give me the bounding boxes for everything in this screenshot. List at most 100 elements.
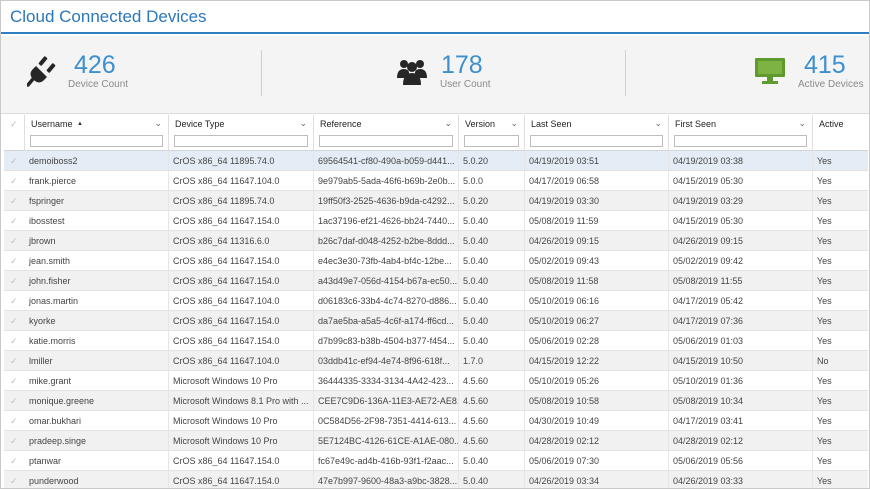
- table-row[interactable]: ✓ jean.smith CrOS x86_64 11647.154.0 e4ec3e…: [4, 251, 868, 271]
- cell-last-seen: 05/02/2019 09:43: [525, 251, 669, 271]
- column-header-reference[interactable]: Reference ⌄: [314, 115, 459, 151]
- cell-reference: 36444335-3334-3134-4A42-423...: [314, 371, 459, 391]
- table-row[interactable]: ✓ punderwood CrOS x86_64 11647.154.0 47e7b9…: [4, 471, 868, 488]
- cell-version: 5.0.40: [459, 231, 525, 251]
- cell-first-seen: 04/17/2019 07:36: [669, 311, 813, 331]
- table-row[interactable]: ✓ omar.bukhari Microsoft Windows 10 Pro 0C5…: [4, 411, 868, 431]
- chevron-down-icon[interactable]: ⌄: [798, 118, 806, 129]
- cell-last-seen: 04/26/2019 09:15: [525, 231, 669, 251]
- table-row[interactable]: ✓ demoiboss2 CrOS x86_64 11895.74.0 6956454…: [4, 151, 868, 171]
- chevron-down-icon[interactable]: ⌄: [510, 118, 518, 129]
- table-row[interactable]: ✓ fspringer CrOS x86_64 11895.74.0 19ff50f3…: [4, 191, 868, 211]
- cell-active: Yes: [817, 216, 832, 226]
- cell-username: monique.greene: [25, 391, 169, 411]
- cell-reference: 69564541-cf80-490a-b059-d441...: [314, 151, 459, 171]
- cell-username: ibosstest: [25, 211, 169, 231]
- row-check-icon[interactable]: ✓: [10, 251, 18, 271]
- cell-device-type: Microsoft Windows 10 Pro: [169, 431, 314, 451]
- stat-divider: [625, 50, 626, 96]
- title-bar: Cloud Connected Devices: [1, 1, 869, 34]
- active-devices-label: Active Devices: [798, 79, 864, 90]
- row-check-icon[interactable]: ✓: [10, 151, 18, 171]
- chevron-down-icon[interactable]: ⌄: [654, 118, 662, 129]
- table-row[interactable]: ✓ jonas.martin CrOS x86_64 11647.104.0 d061…: [4, 291, 868, 311]
- cell-active: Yes: [817, 196, 832, 206]
- column-header-active[interactable]: Active: [813, 115, 868, 151]
- row-check-icon[interactable]: ✓: [10, 171, 18, 191]
- table-row[interactable]: ✓ jbrown CrOS x86_64 11316.6.0 b26c7daf-d04…: [4, 231, 868, 251]
- cell-last-seen: 04/17/2019 06:58: [525, 171, 669, 191]
- table-row[interactable]: ✓ katie.morris CrOS x86_64 11647.154.0 d7b9…: [4, 331, 868, 351]
- cell-last-seen: 05/08/2019 11:59: [525, 211, 669, 231]
- cell-first-seen: 04/19/2019 03:38: [669, 151, 813, 171]
- cell-version: 4.5.60: [459, 411, 525, 431]
- column-header-last-seen[interactable]: Last Seen ⌄: [525, 115, 669, 151]
- table-row[interactable]: ✓ mike.grant Microsoft Windows 10 Pro 36444…: [4, 371, 868, 391]
- row-check-icon[interactable]: ✓: [10, 451, 18, 471]
- cell-first-seen: 04/15/2019 10:50: [669, 351, 813, 371]
- table-row[interactable]: ✓ lmiller CrOS x86_64 11647.104.0 03ddb41c-…: [4, 351, 868, 371]
- row-check-icon[interactable]: ✓: [10, 371, 18, 391]
- cell-active: Yes: [817, 296, 832, 306]
- cell-username: omar.bukhari: [25, 411, 169, 431]
- chevron-down-icon[interactable]: ⌄: [299, 118, 307, 129]
- cell-device-type: CrOS x86_64 11647.154.0: [169, 331, 314, 351]
- cell-first-seen: 04/17/2019 05:42: [669, 291, 813, 311]
- chevron-down-icon[interactable]: ⌄: [444, 118, 452, 129]
- cell-first-seen: 04/15/2019 05:30: [669, 211, 813, 231]
- cell-active: No: [817, 356, 829, 366]
- column-label: Active: [819, 119, 844, 129]
- column-header-version[interactable]: Version ⌄: [459, 115, 525, 151]
- column-header-device-type[interactable]: Device Type ⌄: [169, 115, 314, 151]
- cell-reference: d7b99c83-b38b-4504-b377-f454...: [314, 331, 459, 351]
- cell-version: 5.0.40: [459, 311, 525, 331]
- row-check-icon[interactable]: ✓: [10, 331, 18, 351]
- row-check-icon[interactable]: ✓: [10, 351, 18, 371]
- row-check-icon[interactable]: ✓: [10, 191, 18, 211]
- table-row[interactable]: ✓ frank.pierce CrOS x86_64 11647.104.0 9e97…: [4, 171, 868, 191]
- filter-input-version[interactable]: [464, 135, 519, 147]
- cell-username: pradeep.singe: [25, 431, 169, 451]
- table-row[interactable]: ✓ kyorke CrOS x86_64 11647.154.0 da7ae5ba-a…: [4, 311, 868, 331]
- filter-input-device-type[interactable]: [174, 135, 308, 147]
- cell-reference: da7ae5ba-a5a5-4c6f-a174-ff6cd...: [314, 311, 459, 331]
- filter-input-first-seen[interactable]: [674, 135, 807, 147]
- select-all-column[interactable]: ✓: [4, 115, 25, 151]
- row-check-icon[interactable]: ✓: [10, 411, 18, 431]
- row-check-icon[interactable]: ✓: [10, 231, 18, 251]
- table-row[interactable]: ✓ monique.greene Microsoft Windows 8.1 Pro…: [4, 391, 868, 411]
- cell-username: lmiller: [25, 351, 169, 371]
- user-count-value: 178: [441, 51, 483, 79]
- column-header-username[interactable]: Username ▲ ⌄: [25, 115, 169, 151]
- cell-username: katie.morris: [25, 331, 169, 351]
- row-check-icon[interactable]: ✓: [10, 211, 18, 231]
- column-label: First Seen: [675, 119, 717, 129]
- table-row[interactable]: ✓ ibosstest CrOS x86_64 11647.154.0 1ac3719…: [4, 211, 868, 231]
- table-row[interactable]: ✓ pradeep.singe Microsoft Windows 10 Pro 5E…: [4, 431, 868, 451]
- row-check-icon[interactable]: ✓: [10, 291, 18, 311]
- row-check-icon[interactable]: ✓: [10, 391, 18, 411]
- row-check-icon[interactable]: ✓: [10, 471, 18, 488]
- table-row[interactable]: ✓ ptanwar CrOS x86_64 11647.154.0 fc67e49c-…: [4, 451, 868, 471]
- row-check-icon[interactable]: ✓: [10, 431, 18, 451]
- check-icon: ✓: [10, 119, 18, 129]
- cell-active: Yes: [817, 236, 832, 246]
- table-row[interactable]: ✓ john.fisher CrOS x86_64 11647.154.0 a43d4…: [4, 271, 868, 291]
- cell-last-seen: 05/06/2019 07:30: [525, 451, 669, 471]
- filter-input-username[interactable]: [30, 135, 163, 147]
- chevron-down-icon[interactable]: ⌄: [154, 118, 162, 129]
- row-check-icon[interactable]: ✓: [10, 311, 18, 331]
- cell-active: Yes: [817, 276, 832, 286]
- row-check-icon[interactable]: ✓: [10, 271, 18, 291]
- cell-last-seen: 04/19/2019 03:51: [525, 151, 669, 171]
- table-header: ✓ Username ▲ ⌄ Device Type ⌄ Reference ⌄…: [4, 115, 868, 151]
- cell-first-seen: 05/10/2019 01:36: [669, 371, 813, 391]
- cell-active: Yes: [817, 316, 832, 326]
- cell-version: 5.0.20: [459, 191, 525, 211]
- cell-version: 4.5.60: [459, 391, 525, 411]
- cell-first-seen: 04/17/2019 03:41: [669, 411, 813, 431]
- column-header-first-seen[interactable]: First Seen ⌄: [669, 115, 813, 151]
- filter-input-last-seen[interactable]: [530, 135, 663, 147]
- filter-input-reference[interactable]: [319, 135, 453, 147]
- cell-username: ptanwar: [25, 451, 169, 471]
